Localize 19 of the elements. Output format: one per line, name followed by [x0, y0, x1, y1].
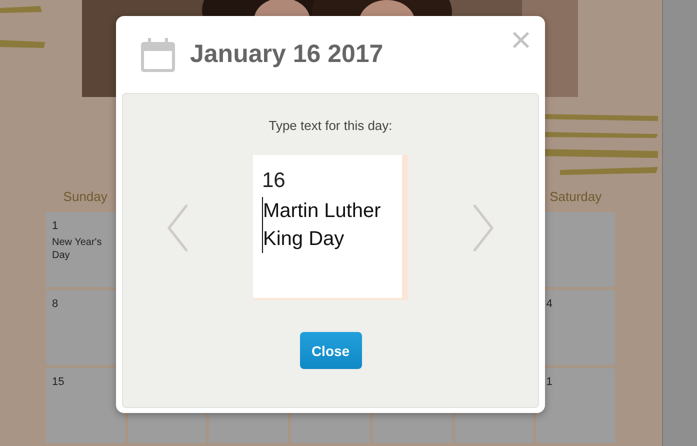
prompt-text: Type text for this day: — [268, 118, 392, 133]
next-icon[interactable] — [472, 202, 494, 252]
previous-icon[interactable] — [167, 202, 189, 252]
weekday-header: Sunday — [62, 189, 108, 204]
close-icon[interactable] — [512, 31, 530, 49]
date-number: 8 — [52, 298, 60, 310]
scrollbar-track[interactable] — [662, 0, 697, 446]
date-number: 1 — [52, 220, 60, 232]
dialog-title: January 16 2017 — [190, 40, 384, 69]
weekday-header: Saturday — [548, 189, 603, 204]
calendar-cell[interactable]: 15 — [46, 368, 125, 443]
calendar-icon — [140, 36, 176, 72]
holiday-label: New Year's Day — [52, 236, 103, 262]
note-field[interactable]: 16 Martin Luther King Day — [253, 155, 408, 300]
calendar-cell[interactable]: 1 — [536, 368, 615, 443]
date-number: 4 — [546, 298, 554, 310]
close-button[interactable]: Close — [300, 332, 362, 369]
date-number: 1 — [546, 376, 554, 388]
date-number: 15 — [52, 376, 66, 388]
